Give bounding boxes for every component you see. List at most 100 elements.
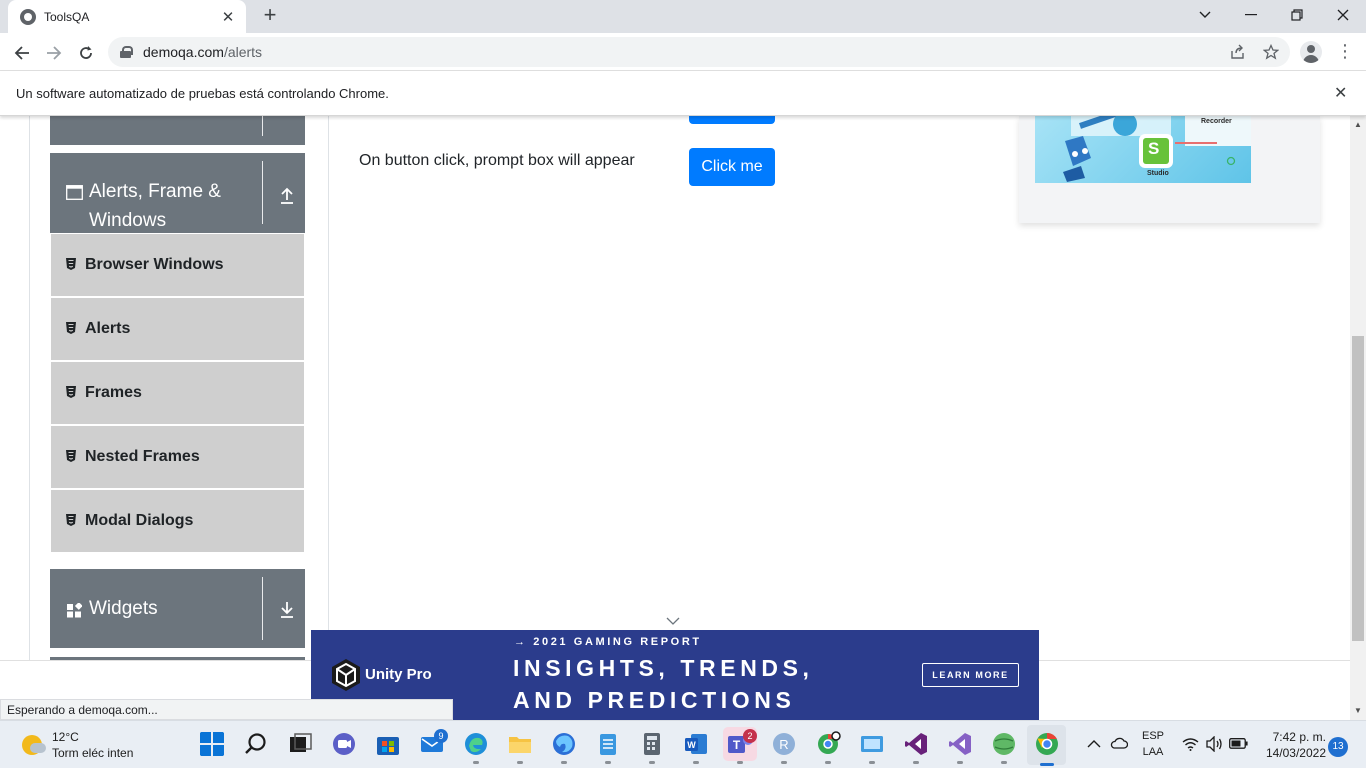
- window-icon: [66, 185, 83, 200]
- restore-button[interactable]: [1274, 0, 1320, 30]
- running-indicator: [957, 761, 963, 764]
- visual-studio-2-icon[interactable]: [947, 731, 973, 757]
- scrollbar-thumb[interactable]: [1352, 336, 1364, 641]
- running-indicator: [517, 761, 523, 764]
- notification-center-badge[interactable]: 13: [1328, 737, 1348, 757]
- file-explorer-icon[interactable]: [507, 731, 533, 757]
- mail-badge: 9: [434, 729, 448, 743]
- sidebar-item-frames[interactable]: Frames: [51, 362, 304, 424]
- battery-icon[interactable]: [1229, 738, 1248, 749]
- weather-description[interactable]: Torm eléc inten: [52, 746, 133, 760]
- tray-chevron-up-icon[interactable]: [1087, 739, 1101, 749]
- calculator-icon[interactable]: [639, 731, 665, 757]
- system-clock[interactable]: 7:42 p. m. 14/03/2022: [1258, 729, 1326, 761]
- page-scrollbar[interactable]: ▲ ▼: [1350, 116, 1366, 720]
- prompt-description: On button click, prompt box will appear: [359, 152, 635, 169]
- group-divider: [262, 116, 263, 136]
- sidebar-group-previous[interactable]: [50, 116, 305, 145]
- r-icon[interactable]: R: [771, 731, 797, 757]
- ad-studio-label: Studio: [1147, 170, 1169, 177]
- chevron-down-icon[interactable]: [666, 616, 680, 626]
- sidebar-group-alerts-frame-windows[interactable]: Alerts, Frame & Windows: [50, 153, 305, 233]
- search-icon[interactable]: [243, 731, 269, 757]
- language-top[interactable]: ESP: [1140, 730, 1166, 742]
- chrome-icon[interactable]: [1034, 731, 1060, 757]
- control-panel-icon[interactable]: [859, 731, 885, 757]
- running-indicator: [869, 761, 875, 764]
- svg-text:W: W: [687, 740, 696, 750]
- sidebar-item-nested-frames[interactable]: Nested Frames: [51, 426, 304, 488]
- scroll-up-arrow-icon[interactable]: ▲: [1354, 120, 1362, 129]
- infobar-close-icon[interactable]: ✕: [1334, 83, 1347, 103]
- previous-click-me-button[interactable]: [689, 116, 775, 124]
- word-icon[interactable]: W: [683, 731, 709, 757]
- scroll-down-arrow-icon[interactable]: ▼: [1354, 706, 1362, 715]
- running-indicator: [1001, 761, 1007, 764]
- group-label: Alerts, Frame &: [89, 181, 221, 202]
- svg-text:T: T: [733, 738, 741, 752]
- left-border: [29, 116, 30, 660]
- sidebar-border: [328, 116, 329, 660]
- group-divider: [262, 577, 263, 640]
- browser-tab[interactable]: ToolsQA ✕: [8, 0, 246, 33]
- weather-temperature[interactable]: 12°C: [52, 730, 79, 744]
- network-globe-icon[interactable]: [991, 731, 1017, 757]
- running-indicator: [913, 761, 919, 764]
- task-view-icon[interactable]: [287, 731, 313, 757]
- ad-card[interactable]: S Recorder Studio: [1019, 116, 1320, 223]
- close-window-button[interactable]: [1320, 0, 1366, 30]
- url-text: demoqa.com/alerts: [143, 44, 263, 60]
- unity-logo-icon: [332, 659, 360, 691]
- banner-headline: INSIGHTS, TRENDS, AND PREDICTIONS: [513, 652, 814, 716]
- sidebar-item-browser-windows[interactable]: Browser Windows: [51, 234, 304, 296]
- chrome-automation-icon[interactable]: [815, 731, 841, 757]
- group-label: Widgets: [89, 598, 158, 619]
- store-icon[interactable]: [375, 731, 401, 757]
- profile-avatar-icon[interactable]: [1300, 41, 1322, 63]
- globe-icon: [20, 8, 36, 25]
- volume-icon[interactable]: [1206, 736, 1223, 752]
- expand-arrow-down-icon[interactable]: [279, 601, 295, 619]
- learn-more-button[interactable]: LEARN MORE: [922, 663, 1019, 687]
- firefox-icon[interactable]: [551, 731, 577, 757]
- banner-kicker: → 2021 GAMING REPORT: [514, 636, 702, 648]
- clock-time: 7:42 p. m.: [1272, 730, 1326, 744]
- running-indicator: [781, 761, 787, 764]
- back-button[interactable]: [8, 39, 36, 67]
- visual-studio-icon[interactable]: [903, 731, 929, 757]
- running-indicator: [561, 761, 567, 764]
- share-icon[interactable]: [1230, 44, 1246, 64]
- address-bar[interactable]: demoqa.com/alerts: [108, 37, 1290, 67]
- page-content: Alerts, Frame & Windows Browser Windows …: [0, 116, 1350, 660]
- lock-icon[interactable]: [120, 46, 133, 58]
- weather-icon[interactable]: [22, 735, 46, 755]
- chrome-menu-icon[interactable]: ⋮: [1336, 41, 1354, 63]
- onedrive-cloud-icon[interactable]: [1110, 736, 1128, 750]
- automation-infobar: Un software automatizado de pruebas está…: [0, 71, 1366, 116]
- reload-button[interactable]: [72, 39, 100, 67]
- banner-brand: Unity Pro: [365, 666, 432, 683]
- forward-button[interactable]: [40, 39, 68, 67]
- close-tab-icon[interactable]: ✕: [220, 8, 236, 26]
- prompt-click-me-button[interactable]: Click me: [689, 148, 775, 186]
- windows-start-icon[interactable]: [199, 731, 225, 757]
- new-tab-button[interactable]: +: [258, 4, 282, 28]
- language-bottom[interactable]: LAA: [1140, 746, 1166, 758]
- sidebar-item-label: Nested Frames: [85, 448, 200, 465]
- collapse-arrow-up-icon[interactable]: [279, 187, 295, 205]
- edge-icon[interactable]: [463, 731, 489, 757]
- sidebar-item-label: Frames: [85, 384, 142, 401]
- minimize-button[interactable]: [1228, 0, 1274, 30]
- sidebar-item-alerts[interactable]: Alerts: [51, 298, 304, 360]
- bookmark-star-icon[interactable]: [1262, 43, 1280, 64]
- tab-search-chevron-icon[interactable]: [1182, 0, 1228, 30]
- sidebar-group-widgets[interactable]: Widgets: [50, 569, 305, 648]
- html5-icon: [66, 450, 76, 462]
- html5-icon: [66, 322, 76, 334]
- running-indicator: [737, 761, 743, 764]
- wifi-icon[interactable]: [1182, 737, 1199, 751]
- sidebar-item-modal-dialogs[interactable]: Modal Dialogs: [51, 490, 304, 552]
- status-bubble: Esperando a demoqa.com...: [0, 699, 453, 720]
- notepad-icon[interactable]: [595, 731, 621, 757]
- teams-chat-icon[interactable]: [331, 731, 357, 757]
